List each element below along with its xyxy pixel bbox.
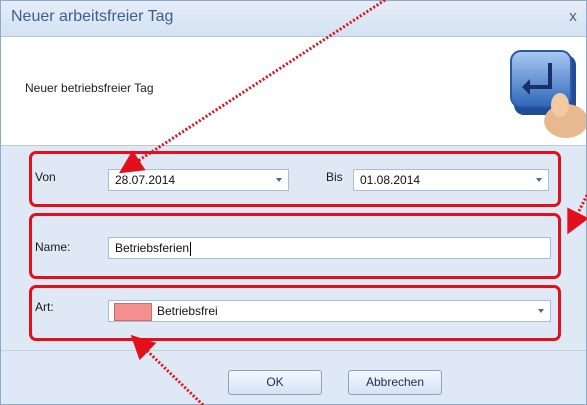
to-date-value: 01.08.2014 — [360, 173, 421, 187]
from-date-dropdown[interactable]: 28.07.2014 — [108, 169, 289, 191]
from-label: Von — [35, 170, 56, 184]
dialog-header: Neuer betriebsfreier Tag — [1, 37, 586, 146]
name-input[interactable]: Betriebsferien — [108, 237, 551, 259]
keyboard-enter-key-icon — [510, 50, 586, 138]
cancel-button[interactable]: Abbrechen — [348, 370, 442, 395]
name-label: Name: — [35, 240, 71, 254]
header-text: Neuer betriebsfreier Tag — [25, 81, 154, 95]
type-label: Art: — [35, 300, 54, 314]
title-bar[interactable]: Neuer arbeitsfreier Tag x — [1, 1, 586, 37]
chevron-down-icon[interactable] — [276, 178, 282, 182]
window-title: Neuer arbeitsfreier Tag — [11, 8, 174, 25]
close-button[interactable]: x — [562, 7, 584, 29]
type-dropdown[interactable]: Betriebsfrei — [108, 300, 551, 322]
to-date-dropdown[interactable]: 01.08.2014 — [353, 169, 549, 191]
ok-button[interactable]: OK — [228, 370, 322, 395]
chevron-down-icon[interactable] — [538, 309, 544, 313]
type-value: Betriebsfrei — [157, 304, 218, 318]
from-date-value: 28.07.2014 — [115, 173, 176, 187]
form-area: Von 28.07.2014 Bis 01.08.2014 Name: Betr… — [1, 146, 586, 350]
name-value: Betriebsferien — [115, 241, 190, 255]
color-swatch — [114, 303, 152, 321]
button-bar: OK Abbrechen — [1, 350, 586, 404]
dialog-window: Neuer arbeitsfreier Tag x Neuer betriebs… — [0, 0, 587, 405]
name-group: Name: Betriebsferien — [29, 213, 561, 279]
text-caret — [190, 241, 192, 256]
chevron-down-icon[interactable] — [536, 178, 542, 182]
to-label: Bis — [326, 170, 343, 184]
type-group: Art: Betriebsfrei — [29, 285, 561, 341]
date-range-group: Von 28.07.2014 Bis 01.08.2014 — [29, 151, 561, 207]
